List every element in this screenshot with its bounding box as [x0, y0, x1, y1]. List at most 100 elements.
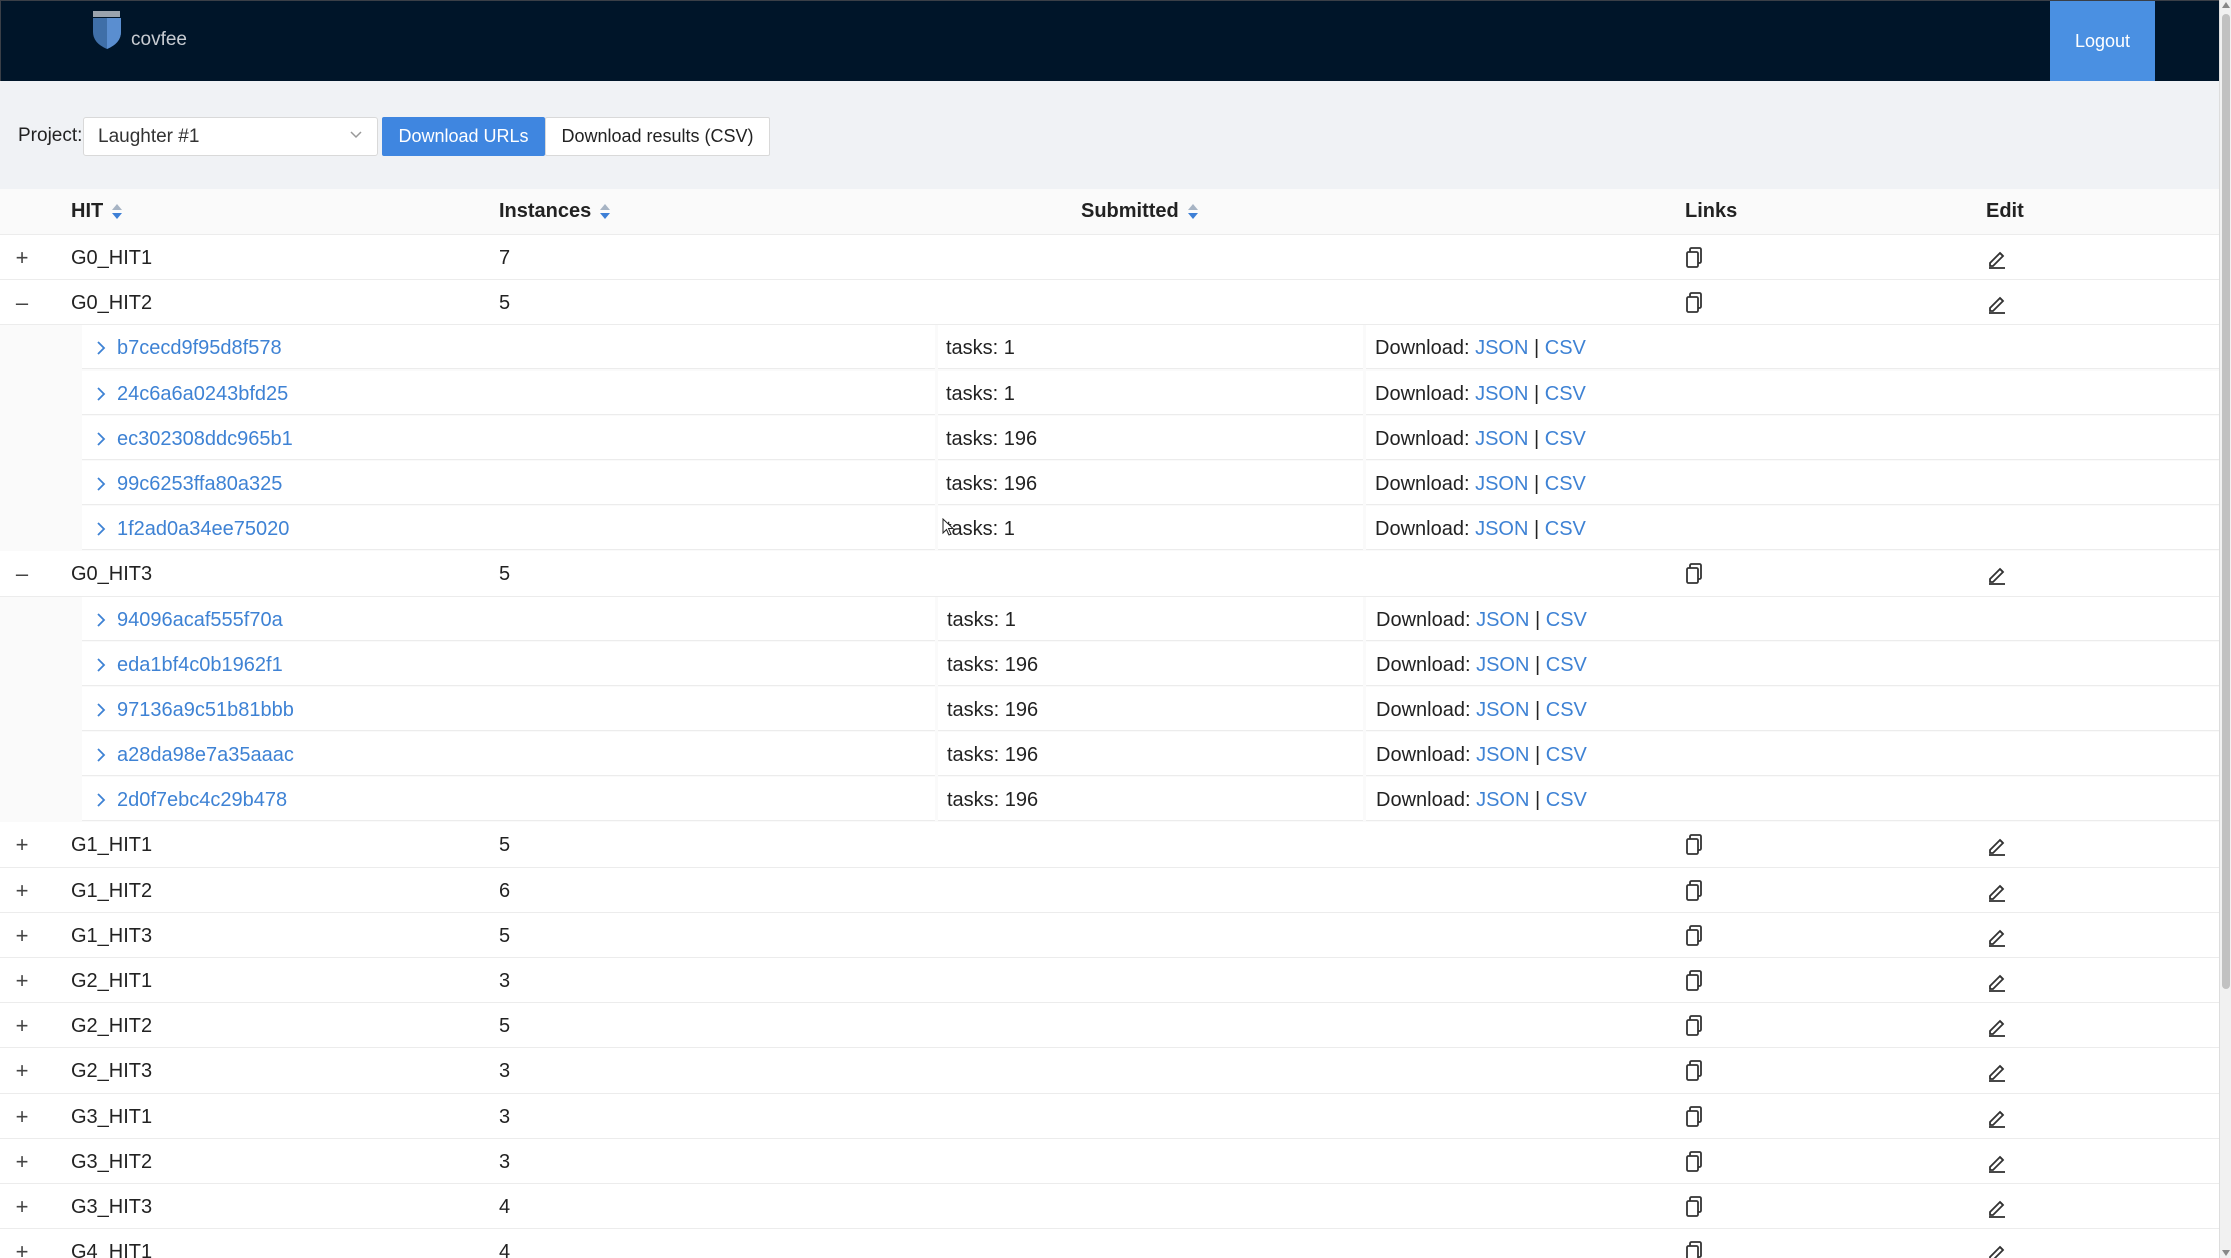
- edit-icon[interactable]: [1986, 1060, 2008, 1083]
- expand-toggle[interactable]: –: [12, 290, 32, 316]
- download-urls-button[interactable]: Download URLs: [382, 117, 545, 156]
- edit-icon[interactable]: [1986, 834, 2008, 857]
- table-row: + G2_HIT1 3: [0, 958, 2219, 1004]
- sort-icon[interactable]: [112, 203, 123, 221]
- hit-name: G3_HIT3: [71, 1195, 153, 1218]
- instance-row: 94096acaf555f70a tasks: 1 Download: JSON |…: [0, 596, 2219, 642]
- scrollbar-thumb[interactable]: [2222, 14, 2230, 989]
- chevron-right-icon[interactable]: [95, 701, 107, 717]
- chevron-right-icon[interactable]: [95, 475, 107, 491]
- instance-link[interactable]: a28da98e7a35aaac: [117, 744, 294, 767]
- expand-toggle[interactable]: +: [12, 1013, 32, 1039]
- expand-toggle[interactable]: +: [12, 968, 32, 994]
- download-json-link[interactable]: JSON: [1476, 609, 1529, 631]
- expand-toggle[interactable]: +: [12, 923, 32, 949]
- download-json-link[interactable]: JSON: [1475, 337, 1528, 359]
- expand-toggle[interactable]: +: [12, 1104, 32, 1130]
- copy-icon[interactable]: [1685, 247, 1703, 269]
- logout-button[interactable]: Logout: [2050, 1, 2155, 82]
- instance-link[interactable]: 24c6a6a0243bfd25: [117, 383, 288, 406]
- download-csv-link[interactable]: CSV: [1545, 473, 1586, 495]
- expand-toggle[interactable]: +: [12, 1194, 32, 1220]
- instance-link[interactable]: 2d0f7ebc4c29b478: [117, 789, 287, 812]
- download-json-link[interactable]: JSON: [1475, 473, 1528, 495]
- download-links: Download: JSON | CSV: [1375, 383, 1586, 406]
- copy-icon[interactable]: [1685, 879, 1703, 902]
- instance-link[interactable]: eda1bf4c0b1962f1: [117, 654, 283, 677]
- edit-icon[interactable]: [1986, 1241, 2008, 1258]
- download-json-link[interactable]: JSON: [1476, 744, 1529, 766]
- edit-icon[interactable]: [1986, 1196, 2008, 1218]
- download-csv-link[interactable]: CSV: [1545, 428, 1586, 450]
- chevron-right-icon[interactable]: [95, 746, 107, 762]
- chevron-right-icon[interactable]: [95, 791, 107, 807]
- download-json-link[interactable]: JSON: [1476, 699, 1529, 721]
- expand-toggle[interactable]: +: [12, 878, 32, 904]
- instance-link[interactable]: b7cecd9f95d8f578: [117, 337, 282, 360]
- instance-link[interactable]: 97136a9c51b81bbb: [117, 699, 294, 722]
- link-separator: |: [1534, 789, 1541, 812]
- expand-toggle[interactable]: –: [12, 561, 32, 587]
- vertical-scrollbar[interactable]: [2219, 0, 2231, 1258]
- copy-icon[interactable]: [1685, 834, 1703, 856]
- download-csv-link[interactable]: CSV: [1545, 518, 1586, 540]
- chevron-right-icon[interactable]: [95, 385, 107, 401]
- column-header-hit[interactable]: HIT: [71, 200, 123, 223]
- download-csv-link[interactable]: CSV: [1546, 654, 1587, 676]
- copy-icon[interactable]: [1685, 1241, 1703, 1258]
- edit-icon[interactable]: [1986, 1106, 2008, 1128]
- copy-icon[interactable]: [1685, 1150, 1703, 1173]
- edit-icon[interactable]: [1986, 563, 2008, 586]
- download-json-link[interactable]: JSON: [1476, 789, 1529, 811]
- chevron-right-icon[interactable]: [95, 656, 107, 672]
- chevron-right-icon[interactable]: [95, 339, 107, 356]
- chevron-right-icon[interactable]: [95, 430, 107, 446]
- copy-icon[interactable]: [1685, 1015, 1703, 1037]
- scroll-up-icon[interactable]: [2222, 2, 2230, 8]
- expand-toggle[interactable]: +: [12, 245, 32, 271]
- column-header-instances[interactable]: Instances: [499, 200, 611, 223]
- instance-row: ec302308ddc965b1 tasks: 196 Download: JSON…: [0, 415, 2219, 461]
- edit-icon[interactable]: [1986, 1151, 2008, 1173]
- copy-icon[interactable]: [1685, 1105, 1703, 1128]
- download-json-link[interactable]: JSON: [1475, 383, 1528, 405]
- edit-icon[interactable]: [1986, 925, 2008, 947]
- copy-icon[interactable]: [1685, 1060, 1703, 1082]
- instance-row: eda1bf4c0b1962f1 tasks: 196 Download: JSON…: [0, 641, 2219, 687]
- sort-icon[interactable]: [600, 203, 611, 221]
- download-csv-link[interactable]: CSV: [1545, 337, 1586, 359]
- copy-icon[interactable]: [1685, 292, 1703, 314]
- download-csv-link[interactable]: CSV: [1546, 789, 1587, 811]
- instance-link[interactable]: 94096acaf555f70a: [117, 609, 283, 632]
- copy-icon[interactable]: [1685, 924, 1703, 947]
- download-results-button[interactable]: Download results (CSV): [545, 117, 770, 156]
- expand-toggle[interactable]: +: [12, 1058, 32, 1084]
- copy-icon[interactable]: [1685, 563, 1703, 585]
- copy-icon[interactable]: [1685, 1196, 1703, 1218]
- edit-icon[interactable]: [1986, 247, 2008, 269]
- download-json-link[interactable]: JSON: [1476, 654, 1529, 676]
- edit-icon[interactable]: [1986, 970, 2008, 992]
- download-csv-link[interactable]: CSV: [1546, 744, 1587, 766]
- download-json-link[interactable]: JSON: [1475, 428, 1528, 450]
- project-select[interactable]: Laughter #1: [83, 117, 378, 156]
- edit-icon[interactable]: [1986, 1015, 2008, 1038]
- expand-toggle[interactable]: +: [12, 1149, 32, 1175]
- copy-icon[interactable]: [1685, 970, 1703, 992]
- instance-link[interactable]: 99c6253ffa80a325: [117, 473, 282, 496]
- edit-icon[interactable]: [1986, 880, 2008, 902]
- download-csv-link[interactable]: CSV: [1545, 383, 1586, 405]
- column-header-submitted[interactable]: Submitted: [1081, 200, 1198, 223]
- chevron-right-icon[interactable]: [95, 611, 107, 627]
- download-csv-link[interactable]: CSV: [1546, 609, 1587, 631]
- chevron-right-icon[interactable]: [95, 520, 107, 536]
- scroll-down-icon[interactable]: [2222, 1250, 2230, 1256]
- edit-icon[interactable]: [1986, 292, 2008, 315]
- expand-toggle[interactable]: +: [12, 832, 32, 858]
- sort-icon[interactable]: [1187, 203, 1198, 221]
- instance-link[interactable]: 1f2ad0a34ee75020: [117, 518, 289, 541]
- expand-toggle[interactable]: +: [12, 1239, 32, 1258]
- instance-link[interactable]: ec302308ddc965b1: [117, 428, 293, 451]
- download-csv-link[interactable]: CSV: [1546, 699, 1587, 721]
- download-json-link[interactable]: JSON: [1475, 518, 1528, 540]
